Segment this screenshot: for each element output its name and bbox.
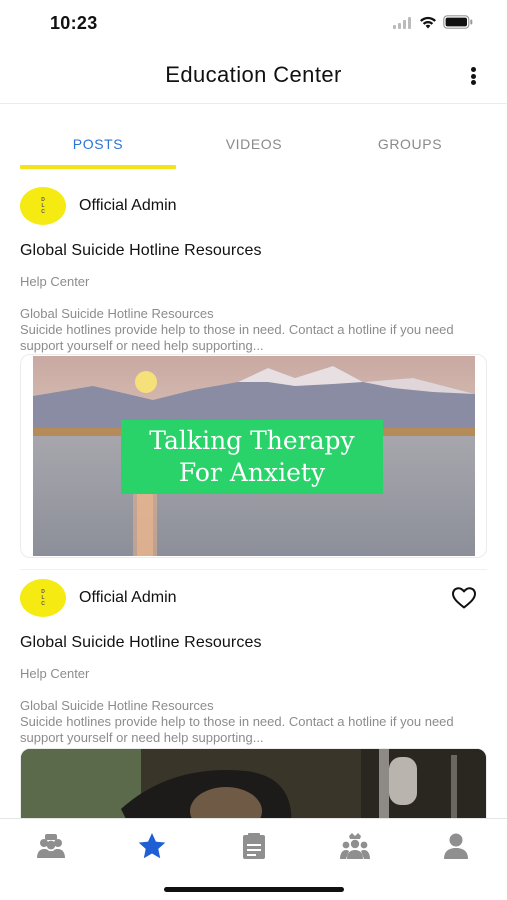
- post-excerpt: Suicide hotlines provide help to those i…: [20, 714, 454, 745]
- status-icons: [393, 15, 473, 34]
- avatar-letter: C: [41, 209, 45, 215]
- tab-groups[interactable]: GROUPS: [332, 136, 488, 152]
- post-excerpt: Suicide hotlines provide help to those i…: [20, 322, 454, 353]
- post-title[interactable]: Global Suicide Hotline Resources: [20, 242, 262, 260]
- thumbnail-caption: Talking Therapy For Anxiety: [121, 420, 383, 494]
- profile-icon: [444, 833, 468, 859]
- post-excerpt-title: Global Suicide Hotline Resources: [20, 698, 214, 713]
- author-name[interactable]: Official Admin: [79, 589, 177, 607]
- heart-icon: [452, 587, 476, 609]
- post-media-card[interactable]: Talking Therapy For Anxiety: [20, 354, 487, 558]
- bottom-navigation: [0, 818, 507, 900]
- app-header: Education Center: [0, 48, 507, 104]
- post-card[interactable]: D L C Official Admin Global Suicide Hotl…: [0, 578, 507, 828]
- post-excerpt-title: Global Suicide Hotline Resources: [20, 306, 214, 321]
- nav-profile[interactable]: [439, 831, 473, 861]
- nav-groups[interactable]: [338, 831, 372, 861]
- author-name[interactable]: Official Admin: [79, 197, 177, 215]
- avatar-letter: C: [41, 601, 45, 607]
- page-title: Education Center: [165, 62, 342, 87]
- post-category: Help Center: [20, 274, 90, 289]
- status-bar: 10:23: [0, 0, 507, 48]
- thumbnail-caption-line: Talking Therapy: [149, 426, 355, 455]
- post-author-row[interactable]: D L C Official Admin: [20, 578, 177, 618]
- community-icon: [37, 834, 65, 858]
- wifi-icon: [419, 16, 437, 34]
- post-card[interactable]: D L C Official Admin Global Suicide Hotl…: [0, 186, 507, 564]
- tab-posts[interactable]: POSTS: [20, 136, 176, 152]
- post-divider: [20, 569, 487, 570]
- post-category: Help Center: [20, 666, 90, 681]
- more-dot: [470, 73, 476, 79]
- home-indicator[interactable]: [164, 887, 344, 892]
- notes-icon: [243, 833, 265, 859]
- cellular-signal-icon: [393, 16, 413, 34]
- more-options-button[interactable]: [465, 64, 481, 88]
- star-icon: [138, 833, 166, 859]
- post-thumbnail[interactable]: Talking Therapy For Anxiety: [33, 356, 475, 556]
- nav-favorites[interactable]: [135, 831, 169, 861]
- more-dot: [470, 67, 476, 72]
- thumbnail-caption-line: For Anxiety: [178, 458, 326, 487]
- avatar[interactable]: D L C: [20, 579, 66, 617]
- active-tab-indicator: [20, 165, 176, 169]
- tab-bar: POSTS VIDEOS GROUPS: [0, 104, 507, 170]
- status-time: 10:23: [50, 13, 98, 33]
- more-dot: [470, 80, 476, 85]
- avatar[interactable]: D L C: [20, 187, 66, 225]
- tab-videos[interactable]: VIDEOS: [176, 136, 332, 152]
- post-title[interactable]: Global Suicide Hotline Resources: [20, 634, 262, 652]
- post-thumbnail: [21, 749, 486, 827]
- groups-icon: [340, 833, 370, 859]
- nav-notes[interactable]: [237, 831, 271, 861]
- nav-community[interactable]: [34, 831, 68, 861]
- battery-icon: [443, 15, 473, 34]
- like-button[interactable]: [451, 586, 477, 610]
- post-author-row[interactable]: D L C Official Admin: [20, 186, 177, 226]
- post-media-card[interactable]: [20, 748, 487, 828]
